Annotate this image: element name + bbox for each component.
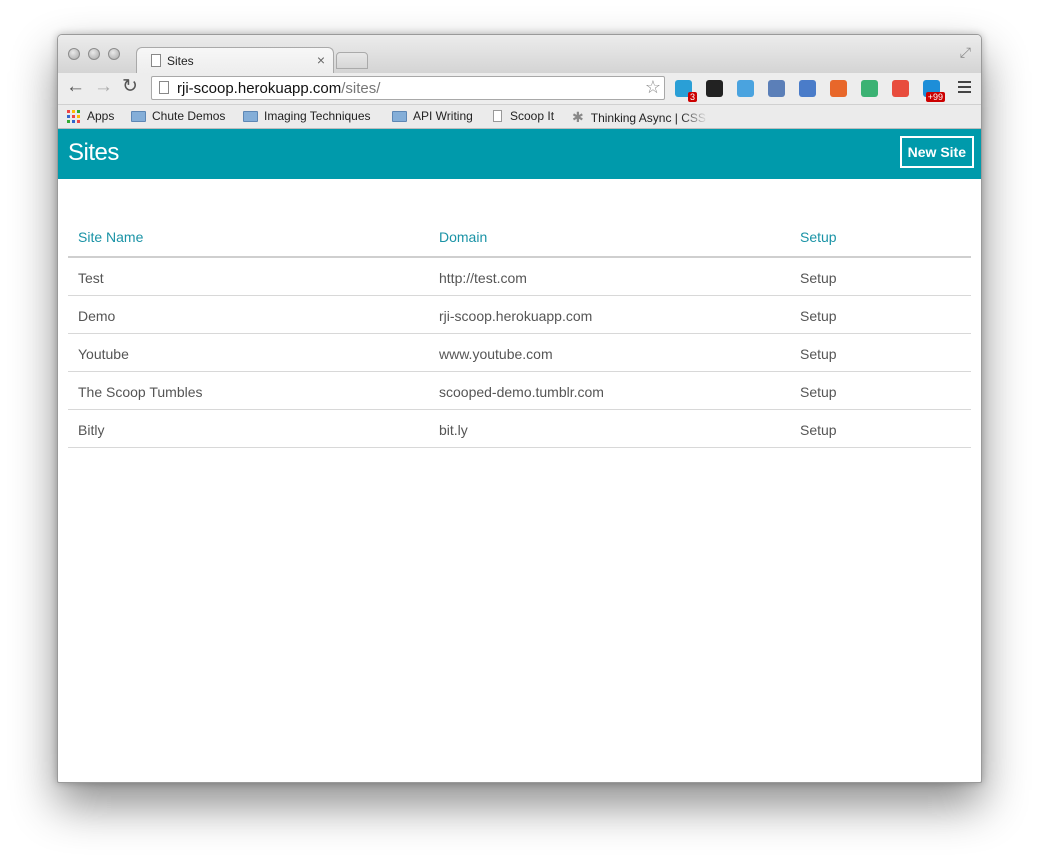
url-text: rji-scoop.herokuapp.com/sites/ xyxy=(177,80,380,97)
setup-link[interactable]: Setup xyxy=(800,384,837,400)
pushbullet-extension-icon[interactable] xyxy=(861,80,878,97)
back-button[interactable]: ← xyxy=(66,77,85,97)
browser-toolbar: ← → ↻ rji-scoop.herokuapp.com/sites/ ☆ 3… xyxy=(58,73,981,105)
address-bar[interactable]: rji-scoop.herokuapp.com/sites/ ☆ xyxy=(151,76,665,100)
page-icon xyxy=(159,81,169,94)
extension-badge: 3 xyxy=(687,92,697,102)
bookmark-star-icon[interactable]: ☆ xyxy=(645,77,661,98)
timer-extension-icon[interactable] xyxy=(892,80,909,97)
apps-grid-icon xyxy=(67,109,80,123)
url-host: rji-scoop.herokuapp.com xyxy=(177,80,342,97)
new-site-button[interactable]: New Site xyxy=(899,136,974,168)
minimize-window-button[interactable] xyxy=(88,48,100,60)
tab-close-icon[interactable]: × xyxy=(317,52,325,68)
task-extension-icon[interactable]: 3 xyxy=(675,80,697,102)
close-window-button[interactable] xyxy=(68,48,80,60)
bookmark-label: Apps xyxy=(87,109,115,123)
folder-icon xyxy=(243,110,258,122)
column-header-site-name[interactable]: Site Name xyxy=(78,229,143,245)
bookmark-apps[interactable]: Apps xyxy=(67,109,114,123)
bookmark-label: Imaging Techniques xyxy=(264,109,371,123)
window-extension-icon[interactable] xyxy=(768,80,785,97)
setup-link[interactable]: Setup xyxy=(800,346,837,362)
table-row: The Scoop Tumbles scooped-demo.tumblr.co… xyxy=(68,372,971,410)
fullscreen-icon[interactable]: ⤢ xyxy=(960,44,971,61)
buffer-extension-icon[interactable] xyxy=(706,80,723,97)
zoom-window-button[interactable] xyxy=(108,48,120,60)
phone-extension-icon[interactable] xyxy=(737,80,754,97)
bookmark-imaging-techniques[interactable]: Imaging Techniques xyxy=(243,109,371,123)
title-bar: Sites × ⤢ xyxy=(58,35,981,74)
folder-icon xyxy=(131,110,146,122)
plus-extension-icon[interactable]: +99 xyxy=(923,80,945,102)
bookmark-thinking-async[interactable]: ✱ Thinking Async | CSS xyxy=(572,109,708,126)
table-header-row: Site Name Domain Setup xyxy=(68,222,971,258)
tab-sites[interactable]: Sites × xyxy=(136,47,334,74)
tab-title: Sites xyxy=(167,54,194,68)
sites-table: Site Name Domain Setup Test http://test.… xyxy=(68,222,971,448)
url-path: /sites/ xyxy=(341,80,381,97)
domain-cell: http://test.com xyxy=(439,270,527,286)
bookmark-label: Chute Demos xyxy=(152,109,226,123)
forward-button[interactable]: → xyxy=(94,77,113,97)
site-header: Sites New Site xyxy=(58,129,981,179)
site-name-cell[interactable]: The Scoop Tumbles xyxy=(78,384,203,400)
setup-link[interactable]: Setup xyxy=(800,422,837,438)
folder-icon xyxy=(392,110,407,122)
bookmark-scoop-it[interactable]: Scoop It xyxy=(493,109,554,123)
site-name-cell[interactable]: Youtube xyxy=(78,346,129,362)
browser-window: Sites × ⤢ ← → ↻ rji-scoop.herokuapp.com/… xyxy=(57,34,982,783)
extension-badge: +99 xyxy=(925,92,945,102)
table-row: Demo rji-scoop.herokuapp.com Setup xyxy=(68,296,971,334)
column-header-setup[interactable]: Setup xyxy=(800,229,837,245)
column-header-domain[interactable]: Domain xyxy=(439,229,487,245)
setup-link[interactable]: Setup xyxy=(800,308,837,324)
table-row: Youtube www.youtube.com Setup xyxy=(68,334,971,372)
domain-cell: scooped-demo.tumblr.com xyxy=(439,384,604,400)
fire-extension-icon[interactable] xyxy=(830,80,847,97)
site-name-cell[interactable]: Bitly xyxy=(78,422,104,438)
domain-cell: bit.ly xyxy=(439,422,468,438)
table-row: Bitly bit.ly Setup xyxy=(68,410,971,448)
site-name-cell[interactable]: Test xyxy=(78,270,104,286)
table-row: Test http://test.com Setup xyxy=(68,258,971,296)
asterisk-icon: ✱ xyxy=(572,109,584,125)
bookmark-api-writing[interactable]: API Writing xyxy=(392,109,473,123)
site-name-cell[interactable]: Demo xyxy=(78,308,115,324)
bookmark-label: Scoop It xyxy=(510,109,555,123)
bookmark-label: Thinking Async | CSS xyxy=(590,110,706,125)
page-icon xyxy=(151,54,161,67)
reload-button[interactable]: ↻ xyxy=(122,77,138,97)
new-tab-button[interactable] xyxy=(336,52,368,69)
domain-cell: www.youtube.com xyxy=(439,346,553,362)
bookmarks-bar: Apps Chute Demos Imaging Techniques API … xyxy=(58,105,981,129)
setup-link[interactable]: Setup xyxy=(800,270,837,286)
notes-extension-icon[interactable] xyxy=(799,80,816,97)
bookmark-label: API Writing xyxy=(413,109,473,123)
page-title: Sites xyxy=(68,139,119,166)
bookmark-chute-demos[interactable]: Chute Demos xyxy=(131,109,225,123)
domain-cell: rji-scoop.herokuapp.com xyxy=(439,308,593,324)
page-icon xyxy=(493,110,502,122)
chrome-menu-icon[interactable] xyxy=(958,81,971,96)
